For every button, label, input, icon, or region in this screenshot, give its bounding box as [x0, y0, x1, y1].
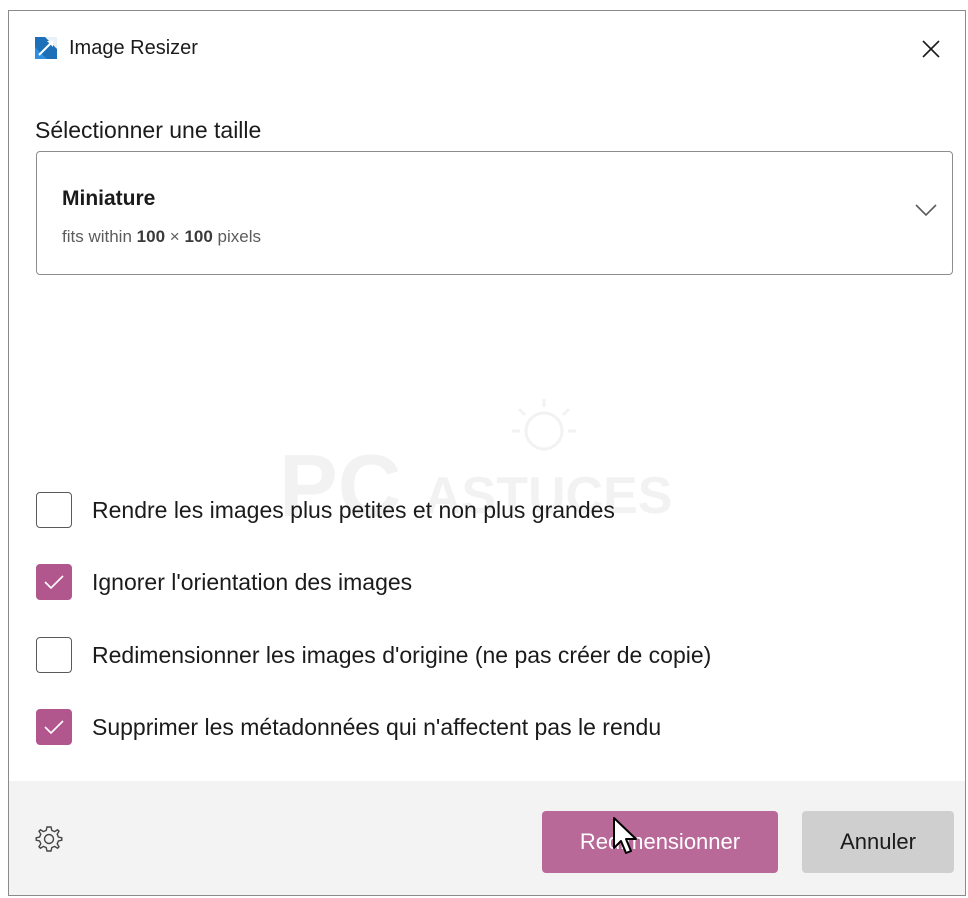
size-unit: pixels	[217, 227, 262, 246]
close-button[interactable]	[911, 29, 951, 69]
checkmark-icon	[44, 720, 64, 735]
checkbox-resize-originals[interactable]	[36, 637, 72, 673]
image-resizer-dialog: Image Resizer Sélectionner une taille Mi…	[8, 10, 966, 896]
resize-button[interactable]: Redimensionner	[542, 811, 778, 873]
option-resize-originals-label: Redimensionner les images d'origine (ne …	[92, 642, 712, 668]
option-ignore-orientation-label: Ignorer l'orientation des images	[92, 569, 413, 595]
option-resize-originals[interactable]: Redimensionner les images d'origine (ne …	[36, 635, 711, 675]
option-shrink-only[interactable]: Rendre les images plus petites et non pl…	[36, 490, 615, 530]
size-width: 100	[136, 227, 166, 246]
title-bar: Image Resizer	[9, 11, 965, 87]
option-ignore-orientation[interactable]: Ignorer l'orientation des images	[36, 562, 412, 602]
size-height: 100	[184, 227, 213, 246]
close-icon	[922, 40, 940, 58]
checkbox-ignore-orientation[interactable]	[36, 564, 72, 600]
checkbox-remove-metadata[interactable]	[36, 709, 72, 745]
chevron-down-icon	[915, 204, 937, 217]
gear-icon[interactable]	[33, 823, 65, 855]
option-shrink-only-label: Rendre les images plus petites et non pl…	[92, 497, 615, 523]
size-times: ×	[169, 227, 180, 246]
dialog-footer: Redimensionner Annuler	[9, 781, 965, 895]
checkbox-shrink-only[interactable]	[36, 492, 72, 528]
image-resizer-app-icon	[35, 37, 57, 59]
size-dropdown[interactable]: Miniature fits within 100 × 100 pixels	[36, 151, 953, 275]
checkmark-icon	[44, 575, 64, 590]
selected-size-description: fits within 100 × 100 pixels	[62, 226, 261, 248]
size-desc-prefix: fits within	[62, 227, 132, 246]
option-remove-metadata[interactable]: Supprimer les métadonnées qui n'affecten…	[36, 707, 661, 747]
option-remove-metadata-label: Supprimer les métadonnées qui n'affecten…	[92, 714, 662, 740]
window-title: Image Resizer	[69, 37, 198, 59]
selected-size-name: Miniature	[62, 187, 156, 210]
cancel-button[interactable]: Annuler	[802, 811, 954, 873]
size-section-label: Sélectionner une taille	[35, 117, 262, 143]
